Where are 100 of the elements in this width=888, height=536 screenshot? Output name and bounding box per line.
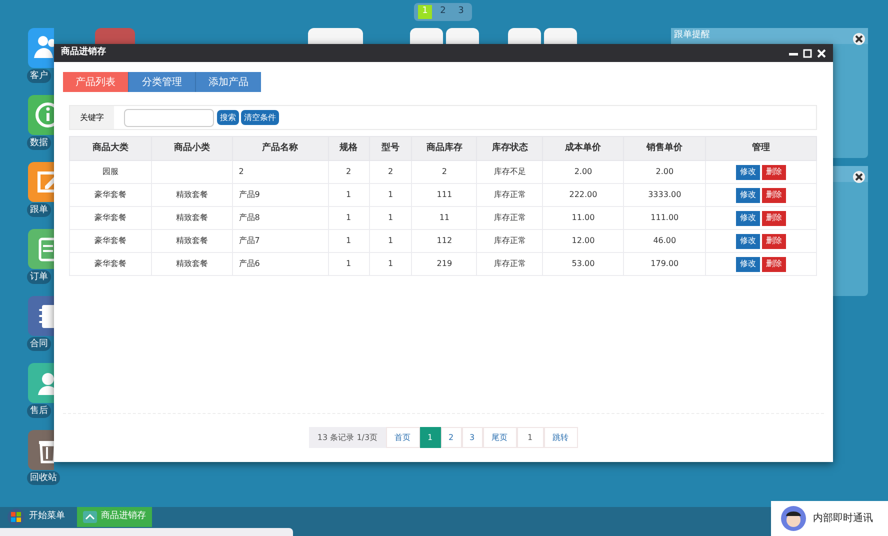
field-label: 关键字 (70, 106, 114, 129)
app-label[interactable]: 售后 (27, 404, 51, 418)
table-cell: 精致套餐 (151, 230, 232, 252)
jump-button[interactable]: 跳转 (544, 427, 578, 448)
table-cell: 1 (369, 230, 412, 252)
app-label[interactable]: 合同 (27, 337, 51, 351)
table-cell: 库存正常 (476, 230, 543, 252)
users-app-icon[interactable] (28, 28, 54, 68)
app-label[interactable]: 客户 (27, 69, 51, 83)
table-cell: 精致套餐 (151, 184, 232, 206)
table-cell: 豪华套餐 (70, 230, 152, 252)
info-app-icon[interactable] (28, 95, 54, 135)
search-button[interactable]: 搜索 (217, 110, 239, 125)
delete-button[interactable]: 删除 (762, 234, 786, 248)
delete-button[interactable]: 删除 (762, 188, 786, 202)
table-cell: 2.00 (542, 160, 624, 184)
table-cell: 112 (412, 230, 477, 252)
last-page-link[interactable]: 尾页 (482, 427, 517, 448)
page-link[interactable]: 3 (462, 427, 483, 448)
column-header: 成本单价 (542, 136, 624, 160)
desktop-tab[interactable]: 2 (436, 5, 450, 19)
tab[interactable]: 分类管理 (128, 72, 195, 92)
column-header: 销售单价 (624, 136, 706, 160)
table-cell: 111.00 (624, 206, 706, 230)
maximize-icon[interactable] (803, 48, 812, 58)
table-cell: 1 (328, 252, 370, 276)
close-icon[interactable] (853, 33, 865, 45)
table-cell: 2 (412, 160, 477, 184)
table-cell: 产品9 (232, 184, 328, 206)
table-cell: 219 (412, 252, 477, 276)
table-cell: 1 (328, 206, 370, 230)
table-cell: 1 (369, 252, 412, 276)
app-label[interactable]: 回收站 (27, 471, 60, 485)
page-link[interactable]: 1 (420, 427, 441, 448)
table-cell: 2 (232, 160, 328, 184)
trash-app-icon[interactable] (28, 430, 54, 470)
avatar-icon (781, 506, 806, 531)
table-cell: 12.00 (542, 230, 624, 252)
tab[interactable]: 添加产品 (194, 72, 261, 92)
edit-button[interactable]: 修改 (736, 234, 760, 248)
app-label[interactable]: 订单 (27, 270, 51, 284)
column-header: 商品库存 (412, 136, 477, 160)
table-cell: 1 (369, 184, 412, 206)
window-title: 商品进销存 (61, 46, 106, 60)
clipboard-app-icon[interactable] (28, 229, 54, 269)
table-cell: 精致套餐 (151, 206, 232, 230)
app-label[interactable]: 跟单 (27, 203, 51, 217)
column-header: 商品小类 (151, 136, 232, 160)
taskbar-item[interactable]: 商品进销存 (77, 507, 152, 527)
close-icon[interactable] (817, 48, 826, 58)
edit-button[interactable]: 修改 (736, 188, 760, 202)
keyword-input[interactable] (124, 108, 214, 126)
table-cell: 222.00 (542, 184, 624, 206)
table-cell: 产品6 (232, 252, 328, 276)
table-cell: 1 (369, 206, 412, 230)
search-button[interactable]: 清空条件 (241, 110, 279, 125)
column-header: 商品大类 (70, 136, 152, 160)
agent-app-icon[interactable] (28, 363, 54, 403)
table-cell: 2 (369, 160, 412, 184)
table-cell: 库存正常 (476, 252, 543, 276)
table-cell: 豪华套餐 (70, 252, 152, 276)
edit-button[interactable]: 修改 (736, 256, 760, 272)
edit-button[interactable]: 修改 (736, 164, 760, 180)
close-icon[interactable] (853, 171, 865, 183)
table-cell: 1 (328, 184, 370, 206)
table-cell: 库存不足 (476, 160, 543, 184)
record-summary: 13 条记录 1/3页 (309, 427, 386, 448)
table-cell: 豪华套餐 (70, 206, 152, 230)
page-link[interactable]: 2 (440, 427, 462, 448)
table-cell: 产品7 (232, 230, 328, 252)
first-page-link[interactable]: 首页 (386, 427, 420, 448)
app-icon (83, 511, 97, 523)
table-cell: 产品8 (232, 206, 328, 230)
tab[interactable]: 产品列表 (63, 72, 128, 92)
column-header: 规格 (328, 136, 370, 160)
delete-button[interactable]: 删除 (762, 210, 786, 226)
table-cell: 1 (328, 230, 370, 252)
page-input[interactable]: 1 (516, 427, 544, 448)
table-cell: 精致套餐 (151, 252, 232, 276)
column-header: 产品名称 (232, 136, 328, 160)
edit-app-icon[interactable] (28, 162, 54, 202)
table-cell: 2 (328, 160, 370, 184)
table-cell: 库存正常 (476, 184, 543, 206)
desktop-tab[interactable]: 3 (454, 5, 468, 19)
table-cell: 库存正常 (476, 206, 543, 230)
delete-button[interactable]: 删除 (762, 256, 786, 272)
column-header: 管理 (706, 136, 816, 160)
table-cell: 46.00 (624, 230, 706, 252)
table-cell: 3333.00 (624, 184, 706, 206)
start-orb-icon (7, 508, 25, 526)
chat-button[interactable]: 内部即时通讯 (771, 501, 888, 536)
panel-title: 跟单提醒 (674, 29, 710, 42)
table-cell: 111 (412, 184, 477, 206)
column-header: 库存状态 (476, 136, 543, 160)
notebook-app-icon[interactable] (28, 296, 54, 336)
start-menu-button[interactable]: 开始菜单 (0, 507, 73, 527)
edit-button[interactable]: 修改 (736, 210, 760, 226)
delete-button[interactable]: 删除 (762, 164, 786, 180)
app-label[interactable]: 数据 (27, 136, 51, 150)
table-cell: 2.00 (624, 160, 706, 184)
